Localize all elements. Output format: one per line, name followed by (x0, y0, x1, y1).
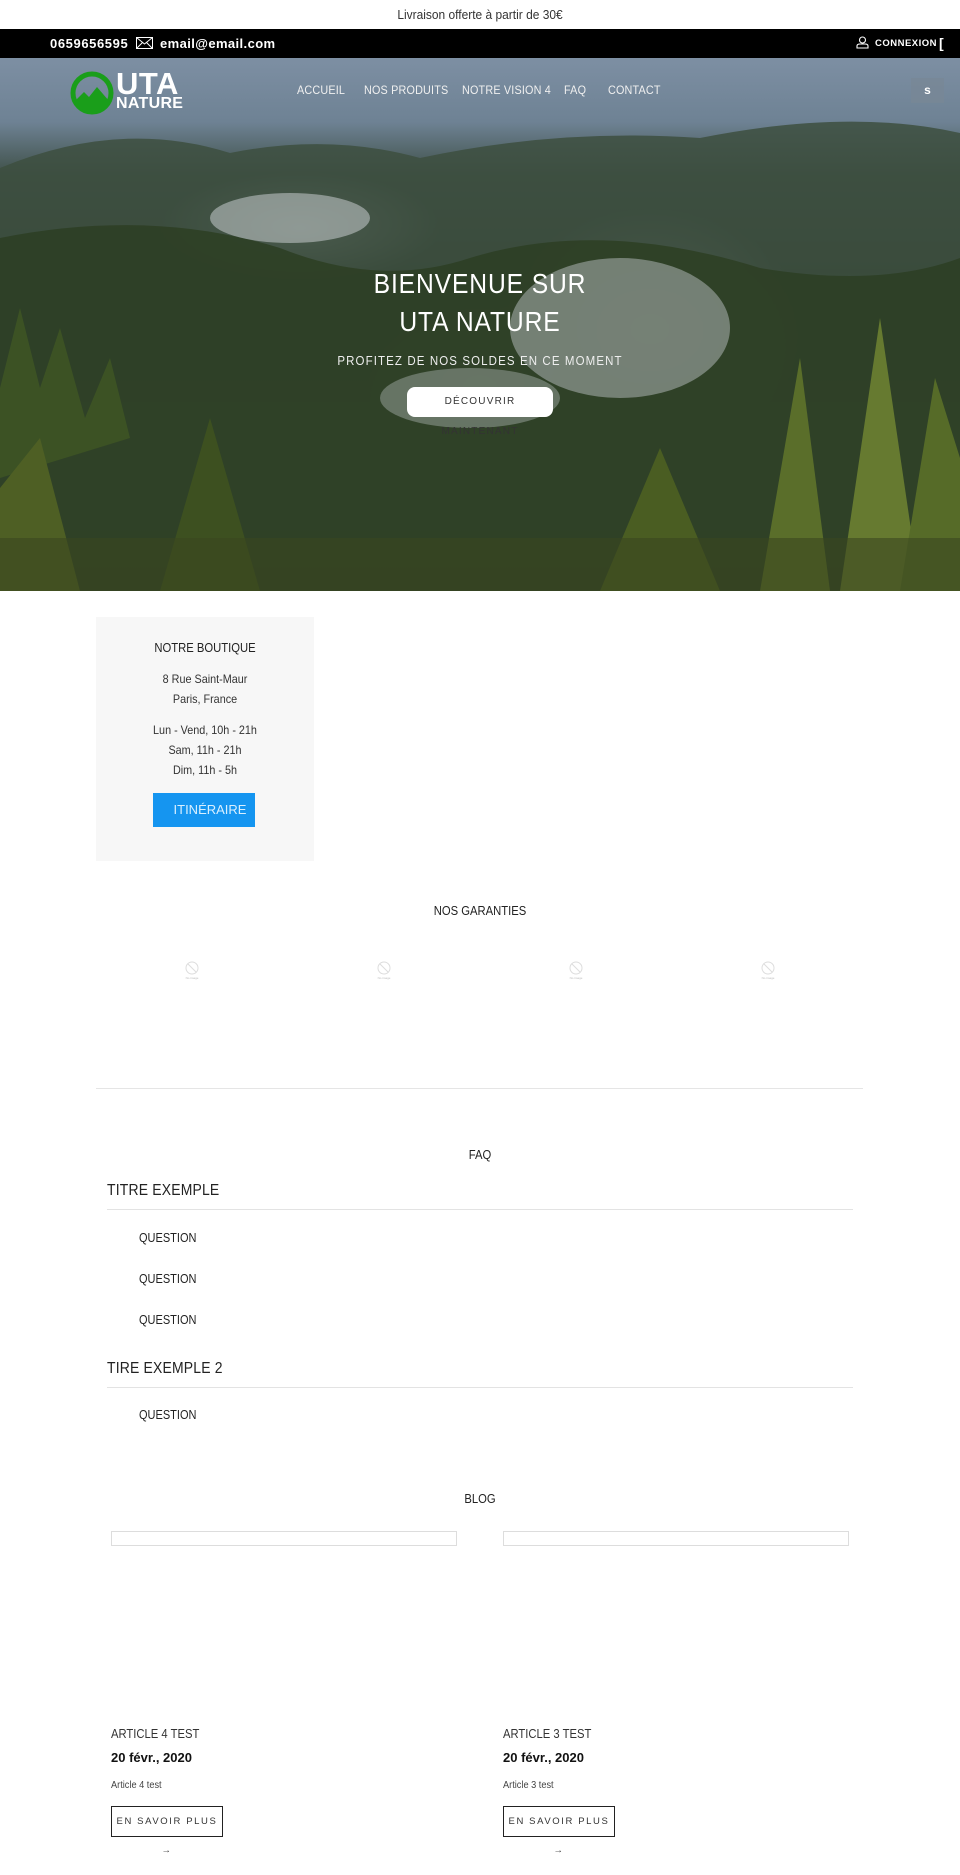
article-image[interactable] (503, 1531, 849, 1546)
article-date: 20 févr., 2020 (503, 1750, 584, 1765)
nav-item-accueil[interactable]: ACCUEIL (297, 83, 345, 97)
address-line: Paris, France (172, 692, 238, 706)
shop-address: 8 Rue Saint-Maur Paris, France (107, 669, 303, 709)
brand-name-line2: NATURE (116, 95, 184, 112)
hours-line: Sam, 11h - 21h (168, 743, 242, 757)
read-more-button[interactable]: EN SAVOIR PLUS → (503, 1806, 615, 1856)
search-button[interactable]: s (911, 78, 944, 103)
guarantee-item: No image (753, 961, 783, 985)
no-image-icon (185, 961, 199, 975)
guarantees-title: NOS GARANTIES (433, 904, 527, 918)
faq-divider (107, 1209, 853, 1210)
no-image-caption: No image (377, 976, 391, 980)
article-date: 20 févr., 2020 (111, 1750, 192, 1765)
no-image-icon (761, 961, 775, 975)
nav-item-notre-vision[interactable]: NOTRE VISION 4 (462, 83, 551, 97)
shop-title: NOTRE BOUTIQUE (154, 641, 256, 655)
mail-icon (136, 37, 153, 49)
faq-question[interactable]: QUESTION (139, 1313, 196, 1327)
shop-info-card: NOTRE BOUTIQUE 8 Rue Saint-Maur Paris, F… (96, 617, 314, 861)
hours-line: Dim, 11h - 5h (172, 763, 238, 777)
article-title[interactable]: ARTICLE 4 TEST (111, 1727, 417, 1741)
faq-group: TIRE EXEMPLE 2 (107, 1360, 853, 1388)
faq-title: FAQ (468, 1148, 492, 1162)
read-more-button[interactable]: EN SAVOIR PLUS → (111, 1806, 223, 1856)
article-excerpt: Article 4 test (111, 1780, 162, 1791)
contact-bar: 0659656595 email@email.com CONNEXION [ (0, 29, 960, 58)
address-line: 8 Rue Saint-Maur (162, 672, 248, 686)
login-link[interactable]: CONNEXION (875, 29, 937, 58)
faq-group-heading: TITRE EXEMPLE (107, 1182, 220, 1199)
faq-question[interactable]: QUESTION (139, 1272, 196, 1286)
article-image[interactable] (111, 1531, 457, 1546)
hero-title: BIENVENUE SUR UTA NATURE (373, 268, 587, 337)
hours-line: Lun - Vend, 10h - 21h (153, 723, 257, 737)
announcement-bar: Livraison offerte à partir de 30€ (38, 0, 922, 29)
blog-article: ARTICLE 4 TEST 20 févr., 2020 Article 4 … (111, 1727, 451, 1858)
guarantee-item: No image (369, 961, 399, 985)
faq-question[interactable]: QUESTION (139, 1408, 196, 1422)
mountain-logo-icon (70, 71, 114, 115)
faq-group-heading: TIRE EXEMPLE 2 (107, 1360, 223, 1377)
discover-now-button[interactable]: DÉCOUVRIR MAINTENANT (407, 387, 553, 437)
article-title[interactable]: ARTICLE 3 TEST (503, 1727, 809, 1741)
hero-banner: UTA NATURE ACCUEIL NOS PRODUITS NOTRE VI… (0, 58, 960, 591)
section-divider (96, 1088, 863, 1089)
shop-hours: Lun - Vend, 10h - 21h Sam, 11h - 21h Dim… (107, 720, 303, 780)
hero-subtitle: PROFITEZ DE NOS SOLDES EN CE MOMENT (337, 354, 623, 368)
user-icon (856, 36, 869, 49)
guarantee-item: No image (177, 961, 207, 985)
itinerary-button[interactable]: ITINÉRAIRE (153, 793, 255, 827)
blog-title: BLOG (464, 1492, 496, 1506)
nav-item-contact[interactable]: CONTACT (608, 83, 661, 97)
email-link[interactable]: email@email.com (160, 29, 276, 58)
faq-divider (107, 1387, 853, 1388)
faq-question[interactable]: QUESTION (139, 1231, 196, 1245)
nav-item-faq[interactable]: FAQ (564, 83, 586, 97)
nav-item-nos-produits[interactable]: NOS PRODUITS (364, 83, 448, 97)
no-image-icon (569, 961, 583, 975)
no-image-caption: No image (569, 976, 583, 980)
blog-article: ARTICLE 3 TEST 20 févr., 2020 Article 3 … (503, 1727, 843, 1858)
no-image-caption: No image (761, 976, 775, 980)
guarantee-item: No image (561, 961, 591, 985)
faq-group: TITRE EXEMPLE (107, 1182, 853, 1210)
no-image-caption: No image (185, 976, 199, 980)
brand-logo[interactable]: UTA NATURE (70, 66, 184, 116)
phone-number[interactable]: 0659656595 (50, 29, 128, 58)
no-image-icon (377, 961, 391, 975)
cart-bracket[interactable]: [ (939, 29, 944, 58)
article-excerpt: Article 3 test (503, 1780, 554, 1791)
